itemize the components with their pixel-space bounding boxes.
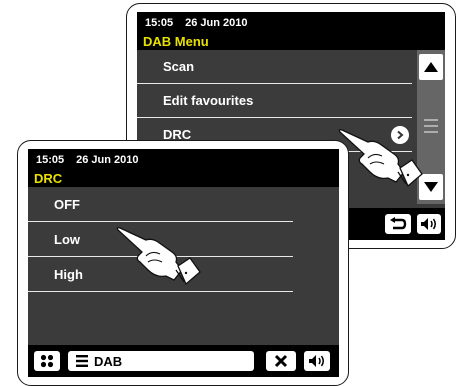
- clock-date: 26 Jun 2010: [185, 17, 248, 29]
- mode-button[interactable]: DAB: [68, 351, 254, 371]
- bottom-bar: DAB: [28, 345, 339, 377]
- down-arrow-icon: [424, 182, 438, 192]
- volume-button[interactable]: [304, 351, 330, 371]
- back-icon: [390, 217, 407, 230]
- volume-icon: [421, 218, 436, 230]
- volume-icon: [309, 355, 324, 367]
- menu-item-label: Low: [54, 231, 80, 247]
- home-button[interactable]: [34, 351, 60, 371]
- menu-item-label: Edit favourites: [163, 93, 254, 108]
- clock-time: 15:05: [145, 17, 174, 29]
- menu-item-off[interactable]: OFF: [28, 187, 293, 222]
- clock-time: 15:05: [36, 154, 65, 166]
- menu-lines-icon: [76, 355, 88, 367]
- menu-item-scan[interactable]: Scan: [137, 50, 412, 84]
- menu-item-label: Scan: [163, 59, 195, 74]
- menu-title: DRC: [28, 171, 339, 187]
- menu-item-label: OFF: [54, 196, 80, 212]
- back-button[interactable]: [385, 214, 411, 234]
- menu-title: DAB Menu: [137, 34, 445, 50]
- up-arrow-icon: [424, 62, 438, 72]
- pointing-hand-icon: [338, 129, 423, 188]
- close-icon: [274, 354, 288, 368]
- scroll-up-button[interactable]: [419, 54, 443, 80]
- pointing-hand-icon: [116, 227, 201, 286]
- volume-button[interactable]: [417, 214, 441, 234]
- clock-date: 26 Jun 2010: [76, 154, 139, 166]
- status-bar: 15:05 26 Jun 2010: [137, 12, 445, 34]
- menu-item-label: High: [54, 266, 83, 282]
- close-button[interactable]: [266, 351, 296, 371]
- home-icon: [40, 354, 54, 368]
- status-bar: 15:05 26 Jun 2010: [28, 149, 339, 171]
- mode-label: DAB: [94, 353, 123, 369]
- menu-item-edit-favourites[interactable]: Edit favourites: [137, 84, 412, 118]
